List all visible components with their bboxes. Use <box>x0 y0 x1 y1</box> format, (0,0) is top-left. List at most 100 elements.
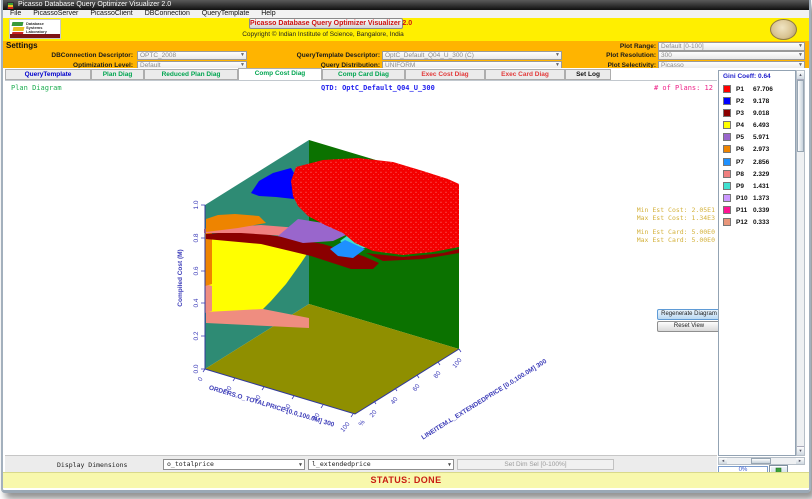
legend-row-p7: P72.856 <box>719 158 795 169</box>
plot-resolution-select[interactable]: 300▼ <box>658 51 805 60</box>
qtd-label: QTD: OptC_Default_Q04_U_300 <box>321 84 435 92</box>
dim2-select[interactable]: l_extendedprice▼ <box>308 459 454 470</box>
gini-coeff-label: Gini Coeff: 0.64 <box>723 73 771 80</box>
plan-color-swatch <box>723 158 731 166</box>
iisc-emblem-icon <box>770 19 797 40</box>
legend-row-p3: P39.018 <box>719 109 795 120</box>
plot-range-label: Plot Range: <box>563 43 656 51</box>
y-tick: 20 <box>369 409 379 419</box>
plan-color-swatch <box>723 194 731 202</box>
header: Database Systems Laboratory Picasso Data… <box>3 18 809 41</box>
set-dim-sel-button[interactable]: Set Dim Sel [0-100%] <box>457 459 614 470</box>
legend-row-p12: P120.333 <box>719 218 795 229</box>
y-tick: 60 <box>412 383 422 393</box>
scrollbar-thumb[interactable] <box>797 80 804 152</box>
scroll-down-arrow-icon[interactable]: ▼ <box>797 446 804 455</box>
tab-exec-cost-diag[interactable]: Exec Cost Diag <box>405 69 485 80</box>
plan-color-swatch <box>723 85 731 93</box>
legend-row-p5: P55.971 <box>719 133 795 144</box>
tab-querytemplate[interactable]: QueryTemplate <box>5 69 91 80</box>
plan-color-swatch <box>723 206 731 214</box>
app-icon <box>7 2 14 9</box>
legend-row-p8: P82.329 <box>719 170 795 181</box>
dropdown-arrow-icon: ▼ <box>555 52 560 59</box>
menu-item-picassoserver[interactable]: PicassoServer <box>28 10 83 18</box>
regenerate-diagram-button[interactable]: Regenerate Diagram <box>657 309 721 320</box>
dbconnection-descriptor-select[interactable]: OPTC_2008▼ <box>137 51 247 60</box>
y-axis-title: LINEITEM.L_EXTENDEDPRICE [0.0,100.0M] 30… <box>420 358 548 442</box>
dropdown-arrow-icon: ▼ <box>240 52 245 59</box>
legend-row-p9: P91.431 <box>719 182 795 193</box>
status-bar: STATUS: DONE <box>3 472 809 488</box>
dropdown-arrow-icon: ▼ <box>798 52 803 59</box>
copyright-text: Copyright © Indian Institute of Science,… <box>203 31 443 38</box>
dbconnection-descriptor-label: DBConnection Descriptor: <box>3 52 133 60</box>
legend-row-p6: P62.973 <box>719 145 795 156</box>
scroll-up-arrow-icon[interactable]: ▲ <box>797 71 804 80</box>
plan-diagram-label: Plan Diagram <box>11 84 62 92</box>
plan-color-swatch <box>723 133 731 141</box>
z-axis-title: Compiled Cost (M) <box>177 249 184 306</box>
dropdown-arrow-icon: ▼ <box>798 43 803 50</box>
querytemplate-descriptor-select[interactable]: OptC_Default_Q04_U_300 (C)▼ <box>382 51 562 60</box>
legend-row-p11: P110.339 <box>719 206 795 217</box>
reset-view-button[interactable]: Reset View <box>657 321 721 332</box>
plan-color-swatch <box>723 182 731 190</box>
tab-plan-diag[interactable]: Plan Diag <box>91 69 144 80</box>
window-title: Picasso Database Query Optimizer Visuali… <box>18 0 171 10</box>
tab-comp-card-diag[interactable]: Comp Card Diag <box>322 69 405 80</box>
tab-comp-cost-diag[interactable]: Comp Cost Diag <box>238 68 322 80</box>
plan-color-swatch <box>723 218 731 226</box>
plan-count-label: # of Plans: 12 <box>654 84 713 92</box>
querytemplate-descriptor-label: QueryTemplate Descriptor: <box>253 52 380 60</box>
application-window: Picasso Database Query Optimizer Visuali… <box>1 0 811 493</box>
dsl-logo-band <box>10 34 60 38</box>
legend-row-p4: P46.493 <box>719 121 795 132</box>
plan-legend-panel: Gini Coeff: 0.64 P167.706 P29.178 P39.01… <box>718 70 796 456</box>
tab-reduced-plan-diag[interactable]: Reduced Plan Diag <box>144 69 238 80</box>
plan-color-swatch <box>723 121 731 129</box>
display-dimensions-label: Display Dimensions <box>57 461 127 469</box>
max-est-cost: Max Est Cost: 1.34E3 <box>637 215 715 223</box>
app-title-banner: Picasso Database Query Optimizer Visuali… <box>249 18 403 29</box>
legend-row-p2: P29.178 <box>719 97 795 108</box>
y-tick: 40 <box>390 396 400 406</box>
y-tick: 100 <box>451 357 463 370</box>
status-text: STATUS: DONE <box>371 475 442 485</box>
plan-color-swatch <box>723 97 731 105</box>
legend-vertical-scrollbar[interactable]: ▲ ▼ <box>796 70 805 456</box>
dim1-select[interactable]: o_totalprice▼ <box>163 459 305 470</box>
plan-color-swatch <box>723 109 731 117</box>
legend-row-p10: P101.373 <box>719 194 795 205</box>
dropdown-arrow-icon: ▼ <box>448 461 451 470</box>
menu-item-help[interactable]: Help <box>256 10 280 18</box>
x-tick: % <box>358 419 367 428</box>
menu-item-file[interactable]: File <box>5 10 26 18</box>
dropdown-arrow-icon: ▼ <box>299 461 302 470</box>
scroll-left-arrow-icon[interactable]: ◄ <box>719 458 727 464</box>
tab-set-log[interactable]: Set Log <box>565 69 611 80</box>
menu-item-querytemplate[interactable]: QueryTemplate <box>197 10 254 18</box>
plot-panel: 0 20 40 60 80 100 % 20 40 60 80 100 0.0 … <box>5 80 717 455</box>
z-tick: 0.8 <box>193 233 200 242</box>
tab-bar: QueryTemplate Plan Diag Reduced Plan Dia… <box>3 68 809 80</box>
scroll-right-arrow-icon[interactable]: ► <box>796 458 804 464</box>
title-bar: Picasso Database Query Optimizer Visuali… <box>3 0 809 10</box>
screen: Picasso Database Query Optimizer Visuali… <box>0 0 812 499</box>
x-tick: 100 <box>339 421 351 434</box>
scrollbar-thumb[interactable] <box>751 458 771 464</box>
y-tick: 80 <box>433 370 443 380</box>
cost-surface-3d-plot[interactable]: 0 20 40 60 80 100 % 20 40 60 80 100 0.0 … <box>5 81 717 456</box>
estimate-stats: Min Est Cost: 2.05E1 Max Est Cost: 1.34E… <box>637 207 715 244</box>
z-tick: 0.4 <box>193 298 200 307</box>
settings-panel: Settings DBConnection Descriptor: OPTC_2… <box>3 41 809 68</box>
z-tick: 1.0 <box>193 200 200 209</box>
tab-exec-card-diag[interactable]: Exec Card Diag <box>485 69 565 80</box>
menu-item-picassoclient[interactable]: PicassoClient <box>85 10 137 18</box>
plot-range-select[interactable]: Default [0-100]▼ <box>658 42 805 51</box>
z-tick: 0.0 <box>193 364 200 373</box>
menu-item-dbconnection[interactable]: DBConnection <box>140 10 195 18</box>
surface-p8-sliver <box>205 284 212 313</box>
legend-horizontal-scrollbar[interactable]: ◄ ► <box>718 457 805 465</box>
plot-resolution-label: Plot Resolution: <box>563 52 656 60</box>
